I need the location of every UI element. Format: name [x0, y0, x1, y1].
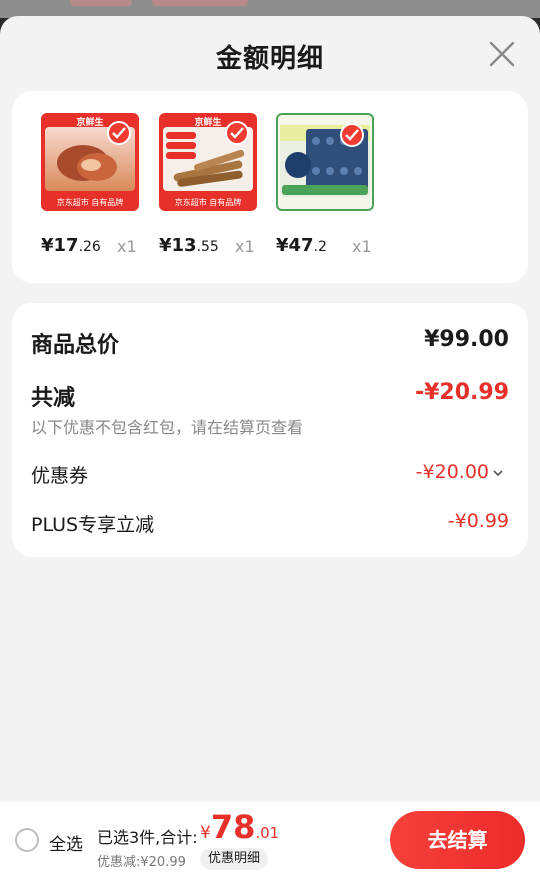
checkout-button[interactable]: 去结算	[390, 811, 525, 869]
discount-detail-button[interactable]: 优惠明细	[200, 848, 269, 870]
background-tag	[70, 0, 132, 6]
product-footer: 京东超市 自有品牌	[56, 198, 124, 207]
coupon-label: 优惠券	[31, 465, 89, 487]
product-price: ¥47.2	[276, 235, 327, 256]
products-card: 京鲜生 京东超市 自有品牌 ¥17.26 x1 京鲜生 京东超市 自有品牌 ¥1…	[12, 91, 528, 283]
product-item[interactable]: ¥47.2 x1	[276, 113, 386, 256]
plus-discount-value: -¥0.99	[447, 510, 509, 532]
product-item[interactable]: 京鲜生 京东超市 自有品牌 ¥13.55 x1	[159, 113, 269, 256]
sheet-title: 金额明细	[215, 44, 324, 74]
check-icon	[107, 121, 131, 145]
coupon-value[interactable]: -¥20.00	[416, 461, 503, 483]
close-icon[interactable]	[488, 40, 516, 68]
coupon-row[interactable]: 优惠券 -¥20.00	[31, 461, 509, 489]
product-quantity: x1	[117, 237, 137, 256]
plus-discount-row: PLUS专享立减 -¥0.99	[31, 510, 509, 538]
amount-detail-sheet: 金额明细 京鲜生 京东超市 自有品牌 ¥17.26 x1 京鲜生 京东超市 自有…	[0, 16, 540, 881]
total-price-row: 商品总价 ¥99.00	[31, 327, 509, 358]
product-item[interactable]: 京鲜生 京东超市 自有品牌 ¥17.26 x1	[41, 113, 151, 256]
check-icon	[225, 121, 249, 145]
select-all-label[interactable]: 全选	[49, 830, 83, 855]
reduce-note: 以下优惠不包含红包，请在结算页查看	[31, 418, 304, 437]
chevron-down-icon[interactable]	[493, 466, 503, 480]
product-quantity: x1	[235, 237, 255, 256]
background-tag	[152, 0, 248, 6]
total-amount: ¥78.01	[200, 808, 280, 846]
reduce-row: 共减 -¥20.99	[31, 380, 509, 411]
product-image: 京鲜生 京东超市 自有品牌	[41, 113, 139, 211]
product-image: 京鲜生 京东超市 自有品牌	[159, 113, 257, 211]
check-icon	[340, 123, 364, 147]
select-all-radio[interactable]	[15, 828, 39, 852]
reduce-value: -¥20.99	[414, 380, 509, 405]
price-summary-card: 商品总价 ¥99.00 共减 -¥20.99 以下优惠不包含红包，请在结算页查看…	[12, 303, 528, 557]
checkout-bar: 全选 已选3件,合计: ¥78.01 优惠减:¥20.99 优惠明细 去结算	[0, 802, 540, 881]
selected-count: 已选3件,合计:	[97, 828, 198, 847]
total-price-value: ¥99.00	[424, 327, 509, 352]
total-price-label: 商品总价	[31, 333, 120, 358]
product-price: ¥13.55	[159, 235, 219, 256]
product-price: ¥17.26	[41, 235, 101, 256]
discount-amount: 优惠减:¥20.99	[97, 855, 186, 870]
product-image	[276, 113, 374, 211]
product-quantity: x1	[352, 237, 372, 256]
reduce-note-row: 以下优惠不包含红包，请在结算页查看	[31, 414, 509, 437]
reduce-label: 共减	[31, 386, 76, 411]
plus-discount-label: PLUS专享立减	[31, 514, 155, 536]
product-footer: 京东超市 自有品牌	[174, 198, 242, 207]
